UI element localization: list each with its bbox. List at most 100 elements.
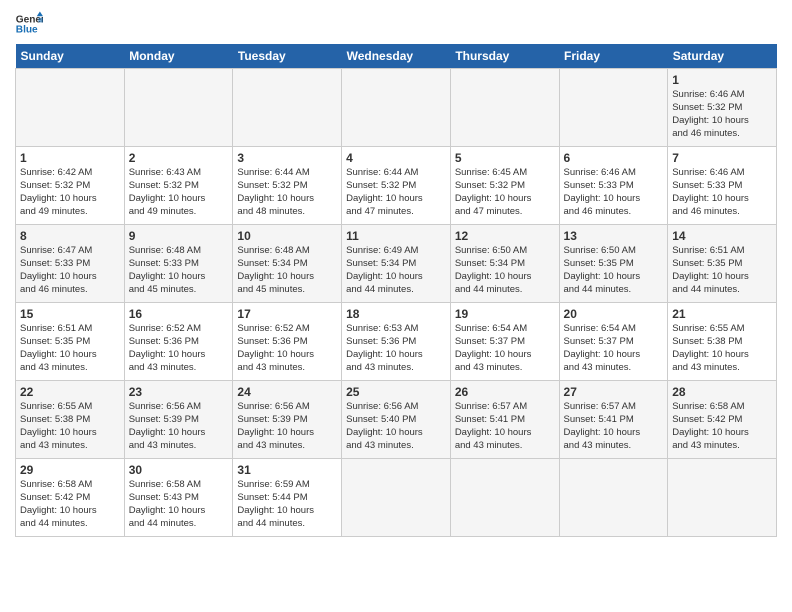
cell-w1-d3 [342,69,451,147]
cell-w3-d6: 14Sunrise: 6:51 AMSunset: 5:35 PMDayligh… [668,225,777,303]
daylight-text: Daylight: 10 hours [672,349,749,360]
daylight-minutes: and 43 minutes. [564,440,632,451]
day-number: 13 [564,228,664,244]
cell-w1-d4 [450,69,559,147]
cell-w6-d1: 30Sunrise: 6:58 AMSunset: 5:43 PMDayligh… [124,459,233,537]
cell-w6-d3 [342,459,451,537]
sunrise-text: Sunrise: 6:50 AM [564,245,636,256]
sunrise-text: Sunrise: 6:56 AM [237,401,309,412]
daylight-minutes: and 48 minutes. [237,206,305,217]
cell-w1-d5 [559,69,668,147]
sunrise-text: Sunrise: 6:45 AM [455,167,527,178]
daylight-minutes: and 43 minutes. [672,362,740,373]
cell-w3-d0: 8Sunrise: 6:47 AMSunset: 5:33 PMDaylight… [16,225,125,303]
daylight-text: Daylight: 10 hours [346,193,423,204]
daylight-minutes: and 44 minutes. [564,284,632,295]
daylight-minutes: and 43 minutes. [346,362,414,373]
sunrise-text: Sunrise: 6:58 AM [672,401,744,412]
daylight-text: Daylight: 10 hours [672,427,749,438]
day-number: 31 [237,462,337,478]
sunset-text: Sunset: 5:41 PM [564,414,634,425]
cell-w4-d5: 20Sunrise: 6:54 AMSunset: 5:37 PMDayligh… [559,303,668,381]
main-container: General Blue SundayMondayTuesdayWednesda… [0,0,792,545]
daylight-text: Daylight: 10 hours [129,193,206,204]
daylight-minutes: and 44 minutes. [237,518,305,529]
sunrise-text: Sunrise: 6:43 AM [129,167,201,178]
daylight-minutes: and 44 minutes. [455,284,523,295]
daylight-text: Daylight: 10 hours [129,505,206,516]
cell-w3-d4: 12Sunrise: 6:50 AMSunset: 5:34 PMDayligh… [450,225,559,303]
col-header-tuesday: Tuesday [233,44,342,69]
day-number: 25 [346,384,446,400]
cell-w5-d2: 24Sunrise: 6:56 AMSunset: 5:39 PMDayligh… [233,381,342,459]
daylight-minutes: and 43 minutes. [20,440,88,451]
sunset-text: Sunset: 5:36 PM [129,336,199,347]
sunrise-text: Sunrise: 6:54 AM [564,323,636,334]
day-number: 11 [346,228,446,244]
sunset-text: Sunset: 5:32 PM [346,180,416,191]
day-number: 8 [20,228,120,244]
col-header-thursday: Thursday [450,44,559,69]
header: General Blue [15,10,777,38]
day-number: 24 [237,384,337,400]
svg-text:Blue: Blue [16,25,38,36]
daylight-minutes: and 46 minutes. [564,206,632,217]
daylight-minutes: and 45 minutes. [129,284,197,295]
sunrise-text: Sunrise: 6:51 AM [20,323,92,334]
sunset-text: Sunset: 5:40 PM [346,414,416,425]
daylight-text: Daylight: 10 hours [564,271,641,282]
day-number: 26 [455,384,555,400]
cell-w2-d0: 1Sunrise: 6:42 AMSunset: 5:32 PMDaylight… [16,147,125,225]
day-number: 9 [129,228,229,244]
cell-w5-d4: 26Sunrise: 6:57 AMSunset: 5:41 PMDayligh… [450,381,559,459]
sunset-text: Sunset: 5:32 PM [237,180,307,191]
sunrise-text: Sunrise: 6:44 AM [346,167,418,178]
daylight-text: Daylight: 10 hours [129,427,206,438]
sunrise-text: Sunrise: 6:48 AM [237,245,309,256]
sunrise-text: Sunrise: 6:58 AM [129,479,201,490]
cell-w2-d4: 5Sunrise: 6:45 AMSunset: 5:32 PMDaylight… [450,147,559,225]
daylight-text: Daylight: 10 hours [564,427,641,438]
sunrise-text: Sunrise: 6:52 AM [237,323,309,334]
sunset-text: Sunset: 5:33 PM [20,258,90,269]
cell-w3-d2: 10Sunrise: 6:48 AMSunset: 5:34 PMDayligh… [233,225,342,303]
daylight-text: Daylight: 10 hours [672,115,749,126]
cell-w1-d1 [124,69,233,147]
col-header-wednesday: Wednesday [342,44,451,69]
daylight-text: Daylight: 10 hours [129,271,206,282]
cell-w4-d1: 16Sunrise: 6:52 AMSunset: 5:36 PMDayligh… [124,303,233,381]
daylight-minutes: and 49 minutes. [20,206,88,217]
day-number: 1 [20,150,120,166]
cell-w1-d0 [16,69,125,147]
daylight-text: Daylight: 10 hours [455,349,532,360]
daylight-minutes: and 43 minutes. [455,440,523,451]
sunset-text: Sunset: 5:32 PM [20,180,90,191]
day-number: 5 [455,150,555,166]
sunset-text: Sunset: 5:35 PM [672,258,742,269]
sunrise-text: Sunrise: 6:52 AM [129,323,201,334]
daylight-text: Daylight: 10 hours [564,349,641,360]
daylight-text: Daylight: 10 hours [346,427,423,438]
daylight-text: Daylight: 10 hours [672,193,749,204]
col-header-saturday: Saturday [668,44,777,69]
sunrise-text: Sunrise: 6:59 AM [237,479,309,490]
daylight-minutes: and 46 minutes. [672,206,740,217]
sunset-text: Sunset: 5:32 PM [672,102,742,113]
sunset-text: Sunset: 5:39 PM [129,414,199,425]
cell-w4-d4: 19Sunrise: 6:54 AMSunset: 5:37 PMDayligh… [450,303,559,381]
daylight-text: Daylight: 10 hours [455,427,532,438]
cell-w3-d1: 9Sunrise: 6:48 AMSunset: 5:33 PMDaylight… [124,225,233,303]
daylight-minutes: and 44 minutes. [346,284,414,295]
daylight-text: Daylight: 10 hours [20,193,97,204]
sunset-text: Sunset: 5:33 PM [129,258,199,269]
cell-w5-d5: 27Sunrise: 6:57 AMSunset: 5:41 PMDayligh… [559,381,668,459]
day-number: 2 [129,150,229,166]
cell-w5-d6: 28Sunrise: 6:58 AMSunset: 5:42 PMDayligh… [668,381,777,459]
cell-w6-d6 [668,459,777,537]
daylight-text: Daylight: 10 hours [455,193,532,204]
daylight-minutes: and 43 minutes. [129,440,197,451]
cell-w2-d6: 7Sunrise: 6:46 AMSunset: 5:33 PMDaylight… [668,147,777,225]
day-number: 17 [237,306,337,322]
sunrise-text: Sunrise: 6:47 AM [20,245,92,256]
day-number: 27 [564,384,664,400]
